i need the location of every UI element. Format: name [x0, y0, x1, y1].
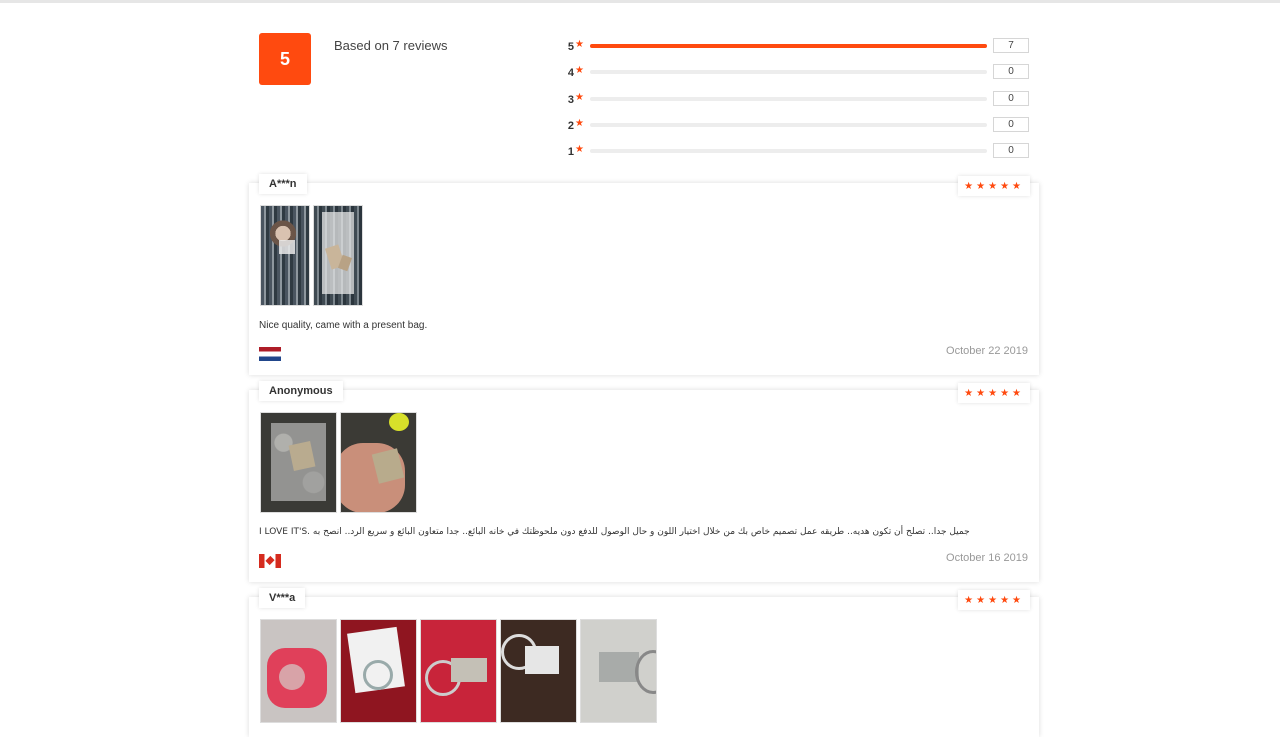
review-stars: ★★★★★	[958, 383, 1030, 403]
rating-row-count: 7	[993, 38, 1029, 53]
rating-row-4[interactable]: 4 ★ 0	[560, 64, 1030, 90]
review-photo[interactable]	[260, 619, 337, 723]
review-text: Nice quality, came with a present bag.	[259, 320, 428, 331]
rating-row-stars: 5	[567, 41, 574, 53]
review-author: V***a	[259, 588, 306, 608]
review-photo[interactable]	[340, 619, 417, 723]
review-photo[interactable]	[500, 619, 577, 723]
review-count-label: Based on 7 reviews	[334, 38, 448, 53]
review-photos	[260, 619, 657, 723]
rating-bar-track	[590, 70, 987, 75]
rating-distribution: 5 ★ 7 4 ★ 0 3 ★ 0 2 ★ 0 1 ★ 0	[560, 38, 1030, 169]
star-icon: ★	[575, 65, 584, 77]
rating-row-3[interactable]: 3 ★ 0	[560, 90, 1030, 117]
review-author: Anonymous	[259, 381, 343, 401]
review-text: I LOVE IT'S. جميل جدا.. تصلح أن تكون هدي…	[259, 527, 970, 537]
rating-row-count: 0	[993, 143, 1029, 159]
rating-row-stars: 3	[567, 93, 574, 106]
flag-netherlands-icon	[259, 347, 281, 361]
flag-canada-icon	[259, 554, 281, 568]
rating-bar-track	[590, 96, 987, 101]
average-rating-badge: 5	[259, 33, 311, 85]
rating-bar-track	[590, 44, 987, 48]
rating-row-5[interactable]: 5 ★ 7	[560, 38, 1030, 64]
review-photo[interactable]	[340, 412, 417, 513]
rating-row-stars: 4	[567, 67, 574, 80]
review-photos	[260, 412, 417, 513]
top-border	[0, 0, 1280, 3]
review-photo[interactable]	[580, 619, 657, 723]
review-stars: ★★★★★	[958, 176, 1030, 196]
star-icon: ★	[575, 91, 584, 103]
review-card: V***a ★★★★★	[249, 588, 1039, 737]
review-author: A***n	[259, 174, 307, 194]
review-photo[interactable]	[260, 205, 310, 306]
rating-row-count: 0	[993, 64, 1029, 80]
star-icon: ★	[575, 117, 584, 129]
star-icon: ★	[575, 39, 584, 50]
review-card: A***n ★★★★★ Nice quality, came with a pr…	[249, 174, 1039, 375]
review-stars: ★★★★★	[958, 590, 1030, 610]
review-photo[interactable]	[260, 412, 337, 513]
star-icon: ★	[575, 144, 584, 156]
rating-row-1[interactable]: 1 ★ 0	[560, 143, 1030, 169]
review-photos	[260, 205, 363, 306]
review-card: Anonymous ★★★★★ I LOVE IT'S. جميل جدا.. …	[249, 381, 1039, 582]
rating-row-count: 0	[993, 90, 1029, 106]
review-date: October 16 2019	[946, 552, 1028, 564]
average-rating-value: 5	[279, 48, 290, 69]
rating-row-count: 0	[993, 116, 1029, 132]
rating-bar-track	[590, 122, 987, 127]
rating-row-2[interactable]: 2 ★ 0	[560, 116, 1030, 143]
rating-row-stars: 1	[567, 146, 574, 159]
review-photo[interactable]	[420, 619, 497, 723]
rating-row-stars: 2	[567, 119, 574, 132]
rating-bar-fill	[590, 44, 987, 48]
review-photo[interactable]	[313, 205, 363, 306]
rating-bar-track	[590, 149, 987, 154]
review-date: October 22 2019	[946, 345, 1028, 357]
